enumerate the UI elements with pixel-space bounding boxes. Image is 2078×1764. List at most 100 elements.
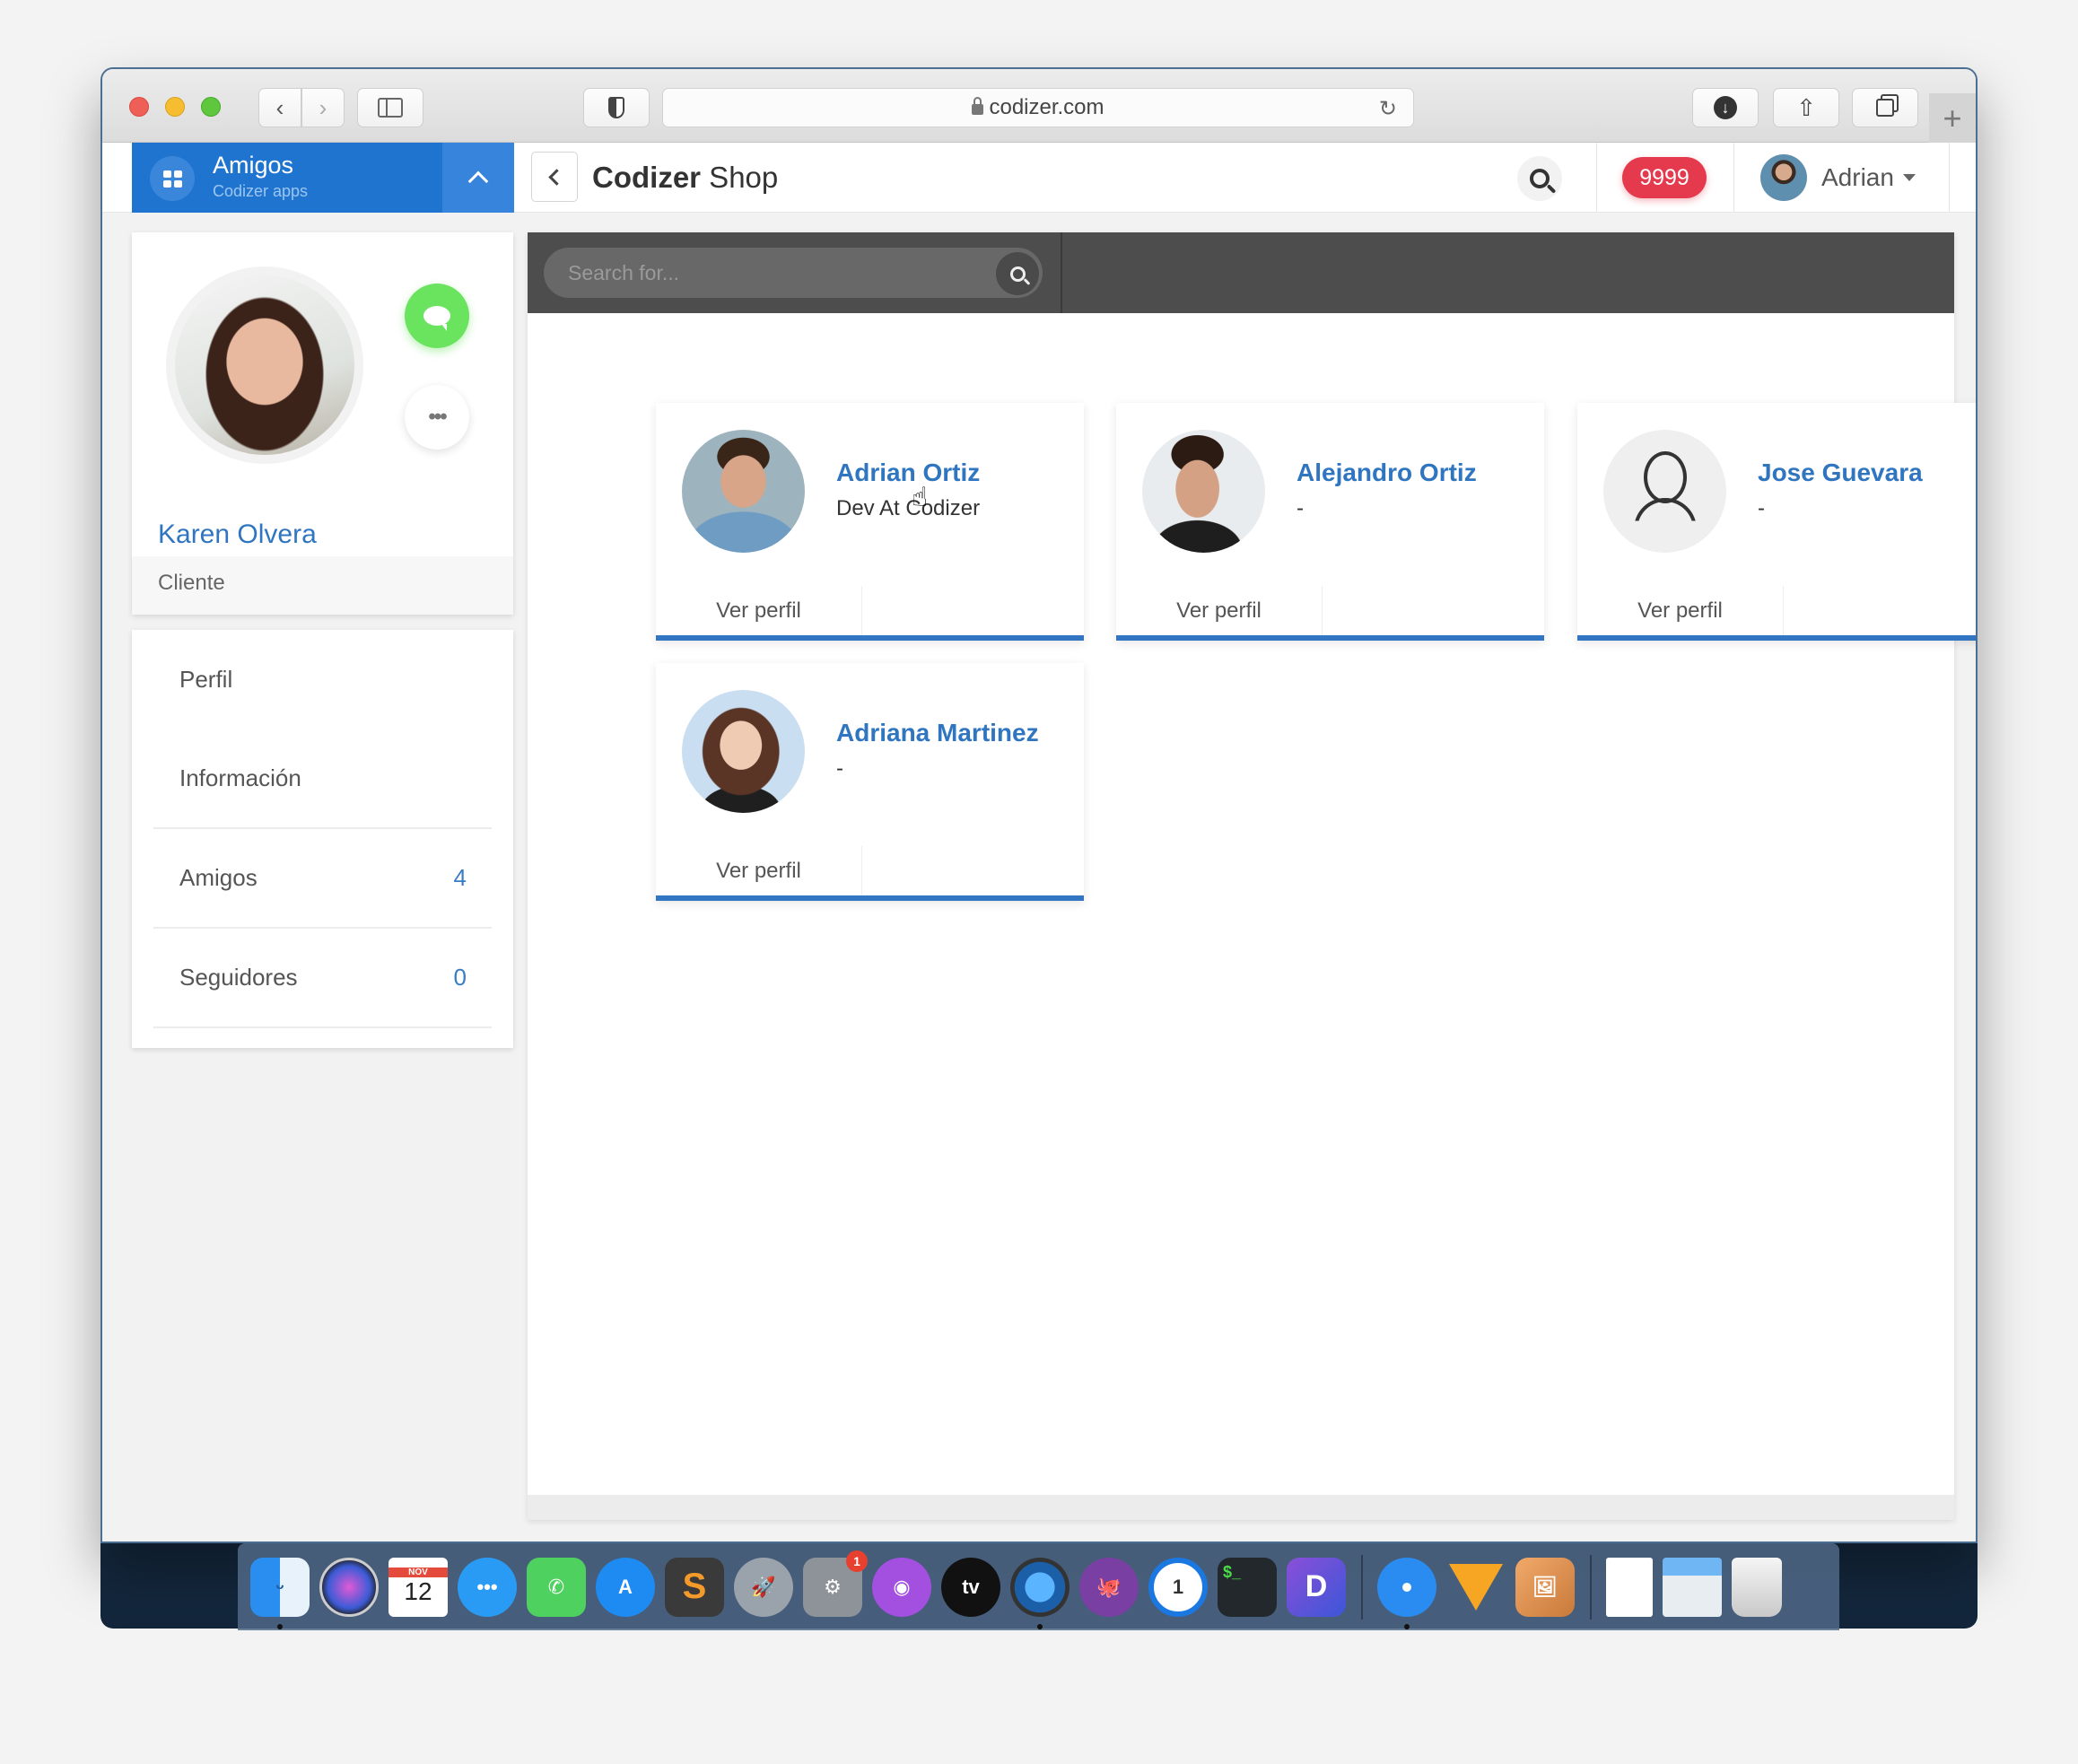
tab-overview-button[interactable]	[1852, 88, 1918, 127]
1password-icon[interactable]: 1	[1148, 1557, 1208, 1617]
profile-name[interactable]: Karen Olvera	[158, 520, 317, 550]
friends-count: 4	[453, 864, 467, 891]
notification-badge: 1	[846, 1550, 868, 1572]
collapse-section-button[interactable]	[442, 143, 514, 213]
default-user-icon	[1633, 450, 1697, 532]
ellipsis-icon: •••	[428, 405, 447, 429]
friend-subtitle: -	[1297, 496, 1304, 520]
view-profile-button[interactable]: Ver perfil	[1577, 586, 1784, 635]
terminal-prompt: $_	[1223, 1562, 1242, 1581]
search-input[interactable]	[544, 248, 1043, 298]
friend-card: Adriana Martinez - Ver perfil	[656, 663, 1084, 901]
tabs-icon	[1876, 99, 1894, 117]
github-desktop-icon[interactable]: 🐙	[1079, 1557, 1139, 1617]
finder-icon[interactable]: ᵕ	[250, 1557, 310, 1629]
address-bar[interactable]: codizer.com ↻	[662, 88, 1414, 127]
back-nav-button[interactable]: ‹	[258, 88, 301, 127]
calendar-day: 12	[404, 1577, 432, 1605]
menu-item-seguidores[interactable]: Seguidores 0	[153, 929, 492, 1028]
app-section-switcher[interactable]: Amigos Codizer apps	[132, 143, 514, 213]
quicktime-icon[interactable]	[1010, 1557, 1070, 1629]
friend-avatar[interactable]	[682, 690, 805, 813]
system-preferences-icon[interactable]: ⚙ 1	[803, 1550, 868, 1617]
terminal-icon[interactable]: $_	[1218, 1557, 1277, 1617]
chevron-left-icon: ‹	[275, 93, 284, 121]
shield-icon	[608, 97, 624, 118]
pointer-cursor-icon: ☝	[912, 483, 929, 512]
caret-down-icon	[1902, 174, 1916, 181]
view-profile-button[interactable]: Ver perfil	[656, 846, 862, 895]
preview-icon[interactable]: 🖼	[1515, 1557, 1575, 1617]
friend-name[interactable]: Alejandro Ortiz	[1297, 458, 1477, 487]
app-store-icon[interactable]: A	[596, 1557, 655, 1617]
close-window-button[interactable]	[129, 97, 149, 117]
page-title: Codizer Shop	[592, 161, 778, 195]
friend-card: Jose Guevara - Ver perfil	[1577, 403, 1976, 641]
section-title: Amigos	[213, 152, 294, 179]
trash-icon[interactable]	[1732, 1557, 1782, 1617]
header-divider	[1733, 143, 1734, 213]
safari-icon[interactable]	[1377, 1557, 1436, 1629]
panel-footer	[528, 1495, 1954, 1520]
calendar-icon[interactable]: NOV 12	[389, 1557, 448, 1617]
user-name: Adrian	[1821, 163, 1894, 191]
menu-item-label: Información	[179, 764, 301, 791]
chat-button[interactable]	[405, 284, 469, 348]
profile-role: Cliente	[158, 571, 225, 595]
sublime-text-icon[interactable]: S	[665, 1557, 724, 1617]
friend-name[interactable]: Adriana Martinez	[836, 719, 1039, 747]
facetime-icon[interactable]: ✆	[527, 1557, 586, 1617]
siri-icon[interactable]	[319, 1557, 379, 1617]
more-options-button[interactable]: •••	[405, 385, 469, 450]
sketch-icon[interactable]	[1446, 1558, 1506, 1617]
document-icon[interactable]	[1606, 1557, 1653, 1617]
dock-divider	[1361, 1554, 1363, 1620]
search-submit-button[interactable]	[996, 252, 1039, 295]
user-menu[interactable]: Adrian	[1760, 153, 1916, 202]
friend-subtitle: Dev At Codizer	[836, 496, 981, 520]
fullscreen-window-button[interactable]	[201, 97, 221, 117]
chevron-left-icon	[548, 168, 565, 186]
friend-avatar[interactable]	[682, 430, 805, 553]
downloads-button[interactable]: ↓	[1692, 88, 1759, 127]
share-icon: ⇧	[1796, 93, 1816, 121]
dash-icon[interactable]: D	[1287, 1557, 1346, 1617]
menu-item-amigos[interactable]: Amigos 4	[153, 829, 492, 929]
view-profile-button[interactable]: Ver perfil	[656, 586, 862, 635]
minimize-window-button[interactable]	[165, 97, 185, 117]
apple-tv-icon[interactable]: tv	[941, 1557, 1000, 1617]
menu-item-perfil[interactable]: Perfil	[153, 630, 492, 729]
friend-name[interactable]: Jose Guevara	[1758, 458, 1923, 487]
app-header: Amigos Codizer apps Codizer Shop 9999 Ad…	[102, 143, 1976, 213]
sidebar-icon	[378, 98, 403, 118]
podcasts-icon[interactable]: ◉	[872, 1557, 931, 1617]
forward-nav-button[interactable]: ›	[301, 88, 345, 127]
reload-icon[interactable]: ↻	[1379, 96, 1397, 122]
friend-card: Adrian Ortiz Dev At Codizer Ver perfil ☝	[656, 403, 1084, 641]
profile-role-bar: Cliente	[132, 556, 513, 615]
view-profile-button[interactable]: Ver perfil	[1116, 586, 1323, 635]
launchpad-icon[interactable]: 🚀	[734, 1557, 793, 1617]
new-tab-button[interactable]: +	[1929, 93, 1976, 143]
page-title-section: Shop	[701, 161, 779, 194]
privacy-shield-button[interactable]	[583, 88, 650, 127]
downloads-folder-icon[interactable]	[1663, 1557, 1722, 1617]
followers-count: 0	[453, 964, 467, 991]
sidebar-toggle-button[interactable]	[357, 88, 423, 127]
header-search-button[interactable]	[1517, 156, 1562, 201]
back-button[interactable]	[531, 152, 578, 202]
chat-bubble-icon	[423, 306, 450, 331]
share-button[interactable]: ⇧	[1773, 88, 1839, 127]
friends-panel: Adrian Ortiz Dev At Codizer Ver perfil ☝…	[528, 232, 1976, 1520]
messages-icon[interactable]: •••	[458, 1557, 517, 1617]
friend-avatar[interactable]	[1603, 430, 1726, 553]
header-divider	[1596, 143, 1597, 213]
friend-avatar[interactable]	[1142, 430, 1265, 553]
apps-grid-icon	[150, 156, 195, 201]
header-divider	[1949, 143, 1950, 213]
notification-badge[interactable]: 9999	[1622, 157, 1707, 198]
friend-name[interactable]: Adrian Ortiz	[836, 458, 980, 487]
menu-item-informacion[interactable]: Información	[153, 729, 492, 829]
tv-label: tv	[962, 1575, 980, 1598]
browser-toolbar: ‹ › codizer.com ↻ ↓ ⇧ +	[102, 69, 1976, 143]
